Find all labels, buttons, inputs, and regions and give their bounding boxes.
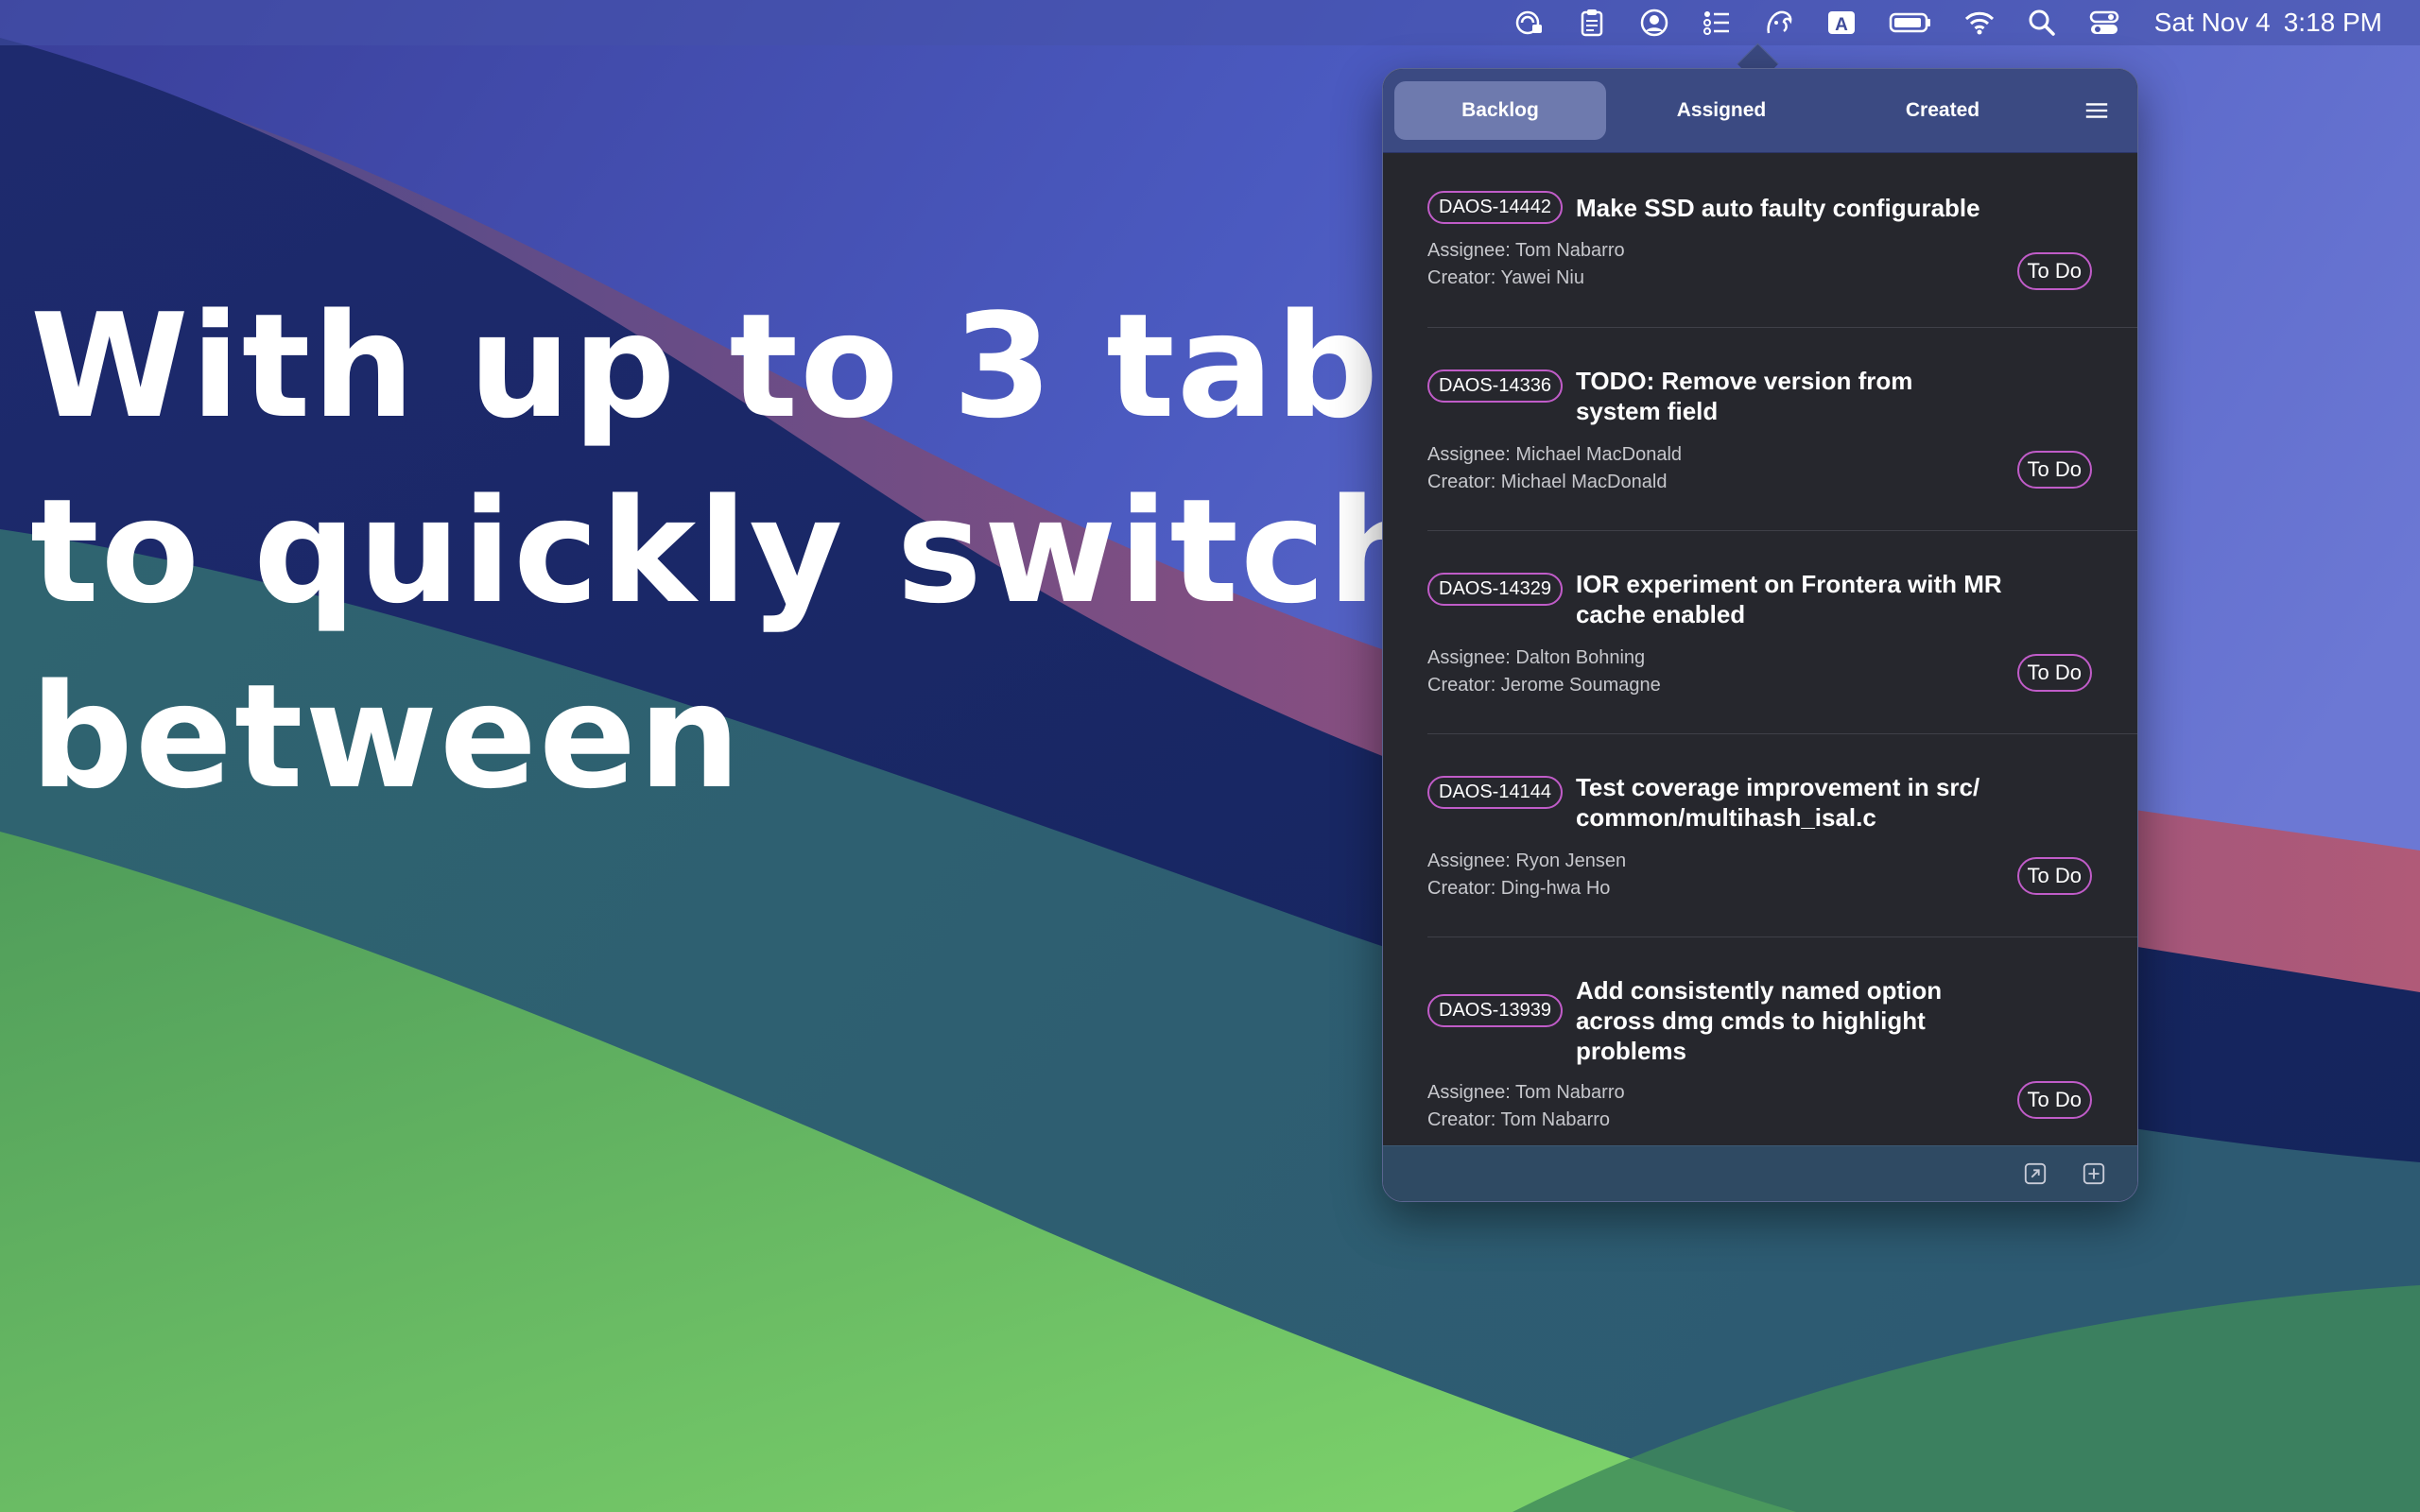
battery-icon[interactable] [1885,4,1936,42]
issue-title: Make SSD auto faulty configurable [1575,194,1980,222]
hamburger-menu-icon [2085,103,2108,118]
menu-bar-clock[interactable]: Sat Nov 4 3:18 PM [2154,8,2382,38]
jira-app-icon[interactable] [1760,4,1798,42]
tab-backlog[interactable]: Backlog [1394,81,1606,140]
control-center-icon[interactable] [2085,4,2123,42]
user-circle-icon[interactable] [1635,4,1673,42]
vpn-lock-icon[interactable] [1511,4,1548,42]
issues-popover: Backlog Assigned Created DAOS-14442 Make… [1382,68,2138,1202]
input-source-label: A [1835,15,1848,35]
issue-title: Test coverage improvement in src/ common… [1575,773,1980,832]
popover-footer [1383,1145,2137,1201]
issue-item[interactable]: DAOS-14442 Make SSD auto faulty configur… [1427,153,2137,328]
menu-bar-time: 3:18 PM [2283,8,2382,37]
tab-assigned[interactable]: Assigned [1616,81,1827,140]
issue-creator: Creator: Tom Nabarro [1427,1109,1611,1130]
issue-item[interactable]: DAOS-13939 Add consistently named option… [1427,937,2137,1145]
issue-status-badge: To Do [2016,857,2092,895]
open-external-icon [2024,1162,2047,1185]
issue-list: DAOS-14442 Make SSD auto faulty configur… [1383,153,2137,1145]
issue-assignee: Assignee: Dalton Bohning [1427,647,1646,668]
issue-creator: Creator: Michael MacDonald [1427,472,1668,492]
issue-title: Add consistently named option across dmg… [1575,976,1943,1065]
issue-key: DAOS-13939 [1427,994,1563,1027]
issue-title: TODO: Remove version from system field [1575,367,1913,425]
issue-assignee: Assignee: Tom Nabarro [1427,240,1625,261]
headline-line-2: to quickly switch [30,468,1432,635]
issue-creator: Creator: Ding-hwa Ho [1427,878,1611,899]
add-issue-icon [2083,1162,2105,1185]
headline-line-3: between [30,653,743,820]
issue-status-badge: To Do [2016,252,2092,290]
issue-status-badge: To Do [2016,451,2092,489]
menu-bar: A Sat Nov 4 3:18 PM [0,0,2420,45]
issue-key: DAOS-14442 [1427,191,1563,224]
issue-item[interactable]: DAOS-14144 Test coverage improvement in … [1427,734,2137,937]
issue-item[interactable]: DAOS-14336 TODO: Remove version from sys… [1427,328,2137,531]
issue-status-badge: To Do [2016,1081,2092,1119]
issue-assignee: Assignee: Michael MacDonald [1427,444,1683,465]
checklist-icon[interactable] [1698,4,1736,42]
issue-key: DAOS-14336 [1427,369,1563,403]
issue-creator: Creator: Jerome Soumagne [1427,675,1661,696]
issue-key: DAOS-14329 [1427,573,1563,606]
issue-assignee: Assignee: Tom Nabarro [1427,1082,1625,1103]
issue-title: IOR experiment on Frontera with MR cache… [1575,570,2002,628]
issue-assignee: Assignee: Ryon Jensen [1427,850,1627,871]
menu-bar-date: Sat Nov 4 [2153,8,2271,37]
tab-bar: Backlog Assigned Created [1383,69,2137,153]
open-external-button[interactable] [2020,1159,2050,1189]
spotlight-search-icon[interactable] [2023,4,2061,42]
issue-key: DAOS-14144 [1427,776,1563,809]
clipboard-icon[interactable] [1573,4,1611,42]
issue-status-badge: To Do [2016,654,2092,692]
input-source-icon[interactable]: A [1823,4,1860,42]
tab-created[interactable]: Created [1837,81,2048,140]
issue-item[interactable]: DAOS-14329 IOR experiment on Frontera wi… [1427,531,2137,734]
menu-button[interactable] [2073,87,2120,134]
add-issue-button[interactable] [2079,1159,2109,1189]
issue-creator: Creator: Yawei Niu [1427,267,1584,288]
headline-line-1: With up to 3 tabs [30,283,1468,450]
wifi-icon[interactable] [1961,4,1998,42]
headline: With up to 3 tabs to quickly switch betw… [30,274,1468,830]
